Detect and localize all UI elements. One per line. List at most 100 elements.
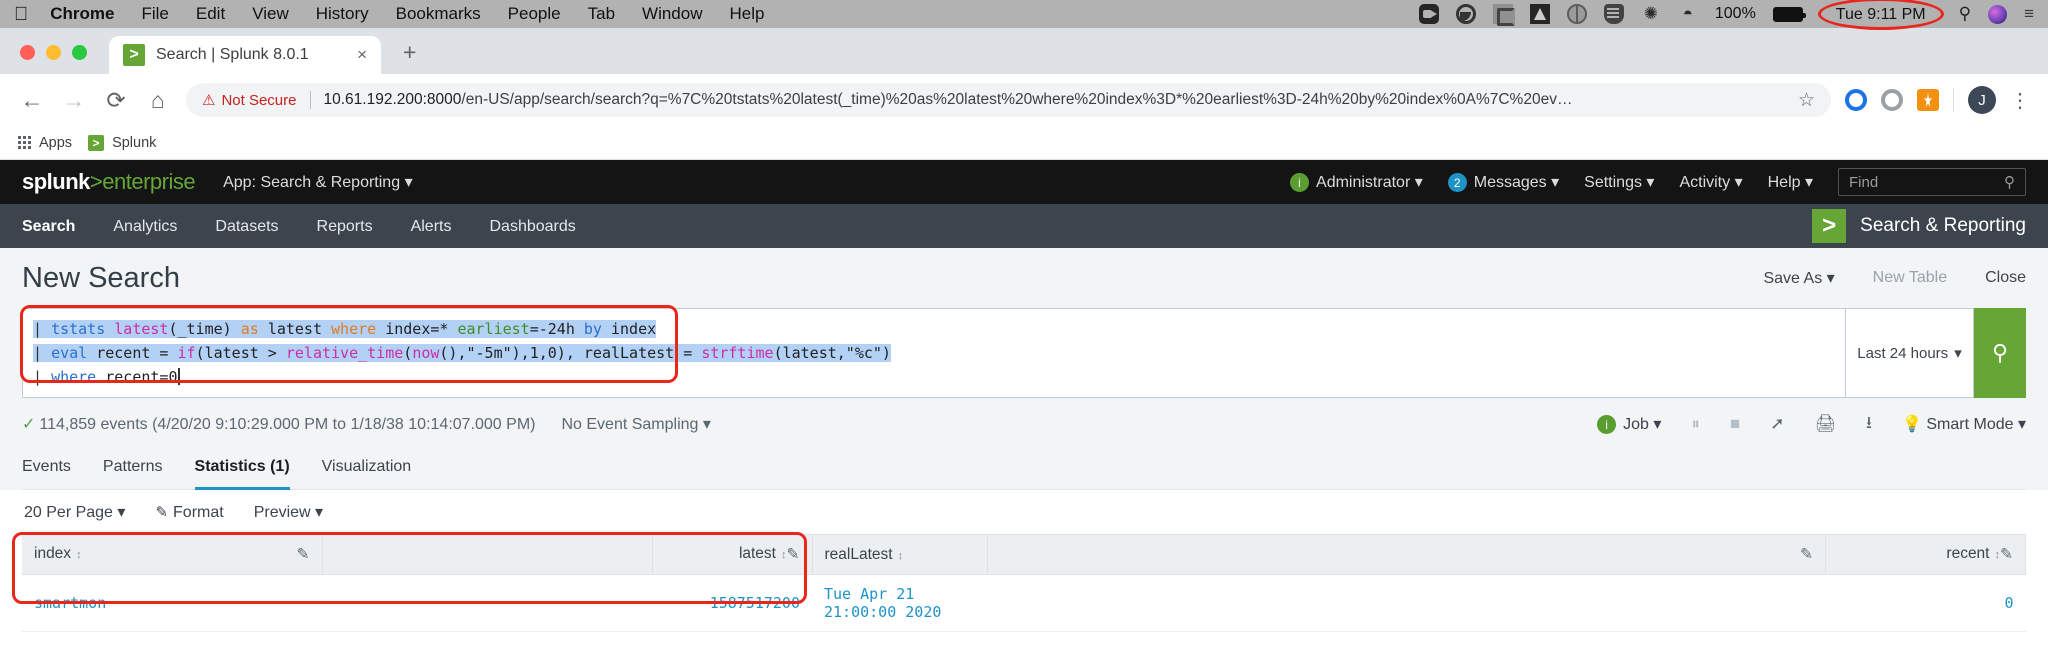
browser-tab[interactable]: > Search | Splunk 8.0.1 × [109,36,381,74]
header-menu-messages[interactable]: 2 Messages ▾ [1447,172,1559,193]
job-menu[interactable]: i Job ▾ [1597,414,1661,435]
maximize-window-button[interactable] [72,45,87,60]
reload-icon[interactable]: ⟳ [102,87,130,114]
menu-item-view[interactable]: View [252,4,289,24]
apple-icon[interactable]:  [14,5,28,24]
find-input[interactable]: Find ⚲ [1838,168,2026,196]
circle-icon[interactable] [1455,4,1476,24]
header-menu-activity[interactable]: Activity ▾ [1679,172,1742,192]
pencil-icon[interactable]: ✎ [1800,545,1813,564]
pencil-icon[interactable]: ✎ [2000,545,2013,564]
sort-icon[interactable]: ↕ [1995,549,2001,561]
menu-item-chrome[interactable]: Chrome [50,4,114,24]
globe-icon[interactable] [1566,4,1587,24]
spotlight-search-icon[interactable]: ⚲ [1959,4,1971,24]
tab-events[interactable]: Events [22,444,71,490]
preview-selector[interactable]: Preview ▾ [254,502,323,522]
menu-item-help[interactable]: Help [730,4,765,24]
kebab-menu-icon[interactable]: ⋮ [2010,88,2030,113]
pause-icon[interactable]: ⏸ [1691,414,1700,434]
save-as-button[interactable]: Save As ▾ [1763,268,1834,288]
nav-item-search[interactable]: Search [22,206,76,258]
column-header-blank-2[interactable]: ✎ [987,534,1826,575]
pencil-icon[interactable]: ✎ [297,545,310,564]
nav-item-reports[interactable]: Reports [317,206,373,247]
bluetooth-icon[interactable]: ✺ [1641,4,1661,24]
address-bar[interactable]: ⚠ Not Secure 10.61.192.200:8000/en-US/ap… [186,83,1831,117]
home-icon[interactable]: ⌂ [144,87,172,114]
current-app-badge[interactable]: > Search & Reporting [1812,209,2026,243]
forward-icon[interactable]: → [60,87,88,114]
download-icon[interactable]: ⭳ [1866,410,1872,439]
menu-item-edit[interactable]: Edit [196,4,225,24]
sort-icon[interactable]: ↕ [76,549,82,561]
column-header-recent[interactable]: recent ↕ ✎ [1825,534,2026,575]
close-button[interactable]: Close [1985,269,2026,287]
cell-index[interactable]: smartmon [22,574,322,632]
siri-icon[interactable] [1988,4,2008,24]
column-header-latest[interactable]: latest ↕ ✎ [652,534,813,575]
stop-icon[interactable]: ■ [1730,414,1740,434]
new-tab-button[interactable]: + [403,39,416,74]
sort-icon[interactable]: ↕ [781,549,787,561]
nav-item-datasets[interactable]: Datasets [215,206,278,247]
print-icon[interactable]: 🖨 [1814,414,1836,434]
column-header-reallatest[interactable]: realLatest ↕ [812,534,988,575]
clock-container[interactable]: Tue 9:11 PM [1817,0,1944,30]
menu-bar-clock[interactable]: Tue 9:11 PM [1836,6,1926,23]
search-icon[interactable]: ⚲ [2004,173,2015,191]
event-sampling-selector[interactable]: No Event Sampling ▾ [561,414,710,434]
format-button[interactable]: ✎ Format [155,503,223,522]
wifi-icon[interactable]: ◓ [1678,4,1698,24]
back-icon[interactable]: ← [18,87,46,114]
search-query-input[interactable]: | tstats latest(_time) as latest where i… [22,308,1846,398]
menu-item-window[interactable]: Window [642,4,702,24]
app-selector[interactable]: App: Search & Reporting ▾ [223,172,412,192]
bookmark-splunk[interactable]: > Splunk [88,134,156,151]
nav-item-alerts[interactable]: Alerts [411,206,452,247]
menu-item-history[interactable]: History [316,4,369,24]
zoom-icon[interactable] [1418,4,1439,24]
tab-visualization[interactable]: Visualization [322,444,412,490]
close-window-button[interactable] [20,45,35,60]
profile-avatar[interactable]: J [1968,86,1996,114]
header-menu-settings[interactable]: Settings ▾ [1584,172,1654,192]
c-icon[interactable] [1492,4,1515,26]
nav-item-analytics[interactable]: Analytics [113,206,177,247]
time-range-picker[interactable]: Last 24 hours ▾ [1846,308,1974,398]
splunk-logo[interactable]: splunk>enterprise [22,169,196,195]
share-icon[interactable]: ➚ [1770,414,1784,434]
ext-grey-icon[interactable] [1881,89,1903,111]
menu-item-people[interactable]: People [508,4,561,24]
nav-item-dashboards[interactable]: Dashboards [489,206,575,247]
menu-item-tab[interactable]: Tab [588,4,615,24]
pencil-icon[interactable]: ✎ [787,545,800,564]
minimize-window-button[interactable] [46,45,61,60]
bookmark-apps[interactable]: Apps [18,135,72,151]
ext-blue-icon[interactable] [1845,89,1867,111]
google-drive-icon[interactable] [1529,4,1550,24]
not-secure-badge[interactable]: ⚠ Not Secure [202,91,297,110]
close-tab-icon[interactable]: × [357,45,367,65]
control-center-icon[interactable]: ≡ [2024,4,2034,24]
header-menu-administrator[interactable]: i Administrator ▾ [1290,172,1423,193]
cell-recent[interactable]: 0 [1825,574,2026,632]
cell-reallatest[interactable]: Tue Apr 21 21:00:00 2020 [812,574,987,632]
sort-icon[interactable]: ↕ [898,550,904,562]
new-table-button[interactable]: New Table [1873,269,1947,287]
column-header-index[interactable]: index ↕ ✎ [22,534,323,575]
search-mode-selector[interactable]: 💡 Smart Mode ▾ [1902,414,2026,434]
table-row[interactable]: smartmon 1587517200 Tue Apr 21 21:00:00 … [22,574,2026,632]
tab-statistics[interactable]: Statistics (1) [194,444,290,491]
ext-orange-icon[interactable] [1917,89,1939,111]
column-header-blank-1[interactable] [322,534,653,575]
run-search-button[interactable]: ⚲ [1974,308,2026,398]
shield-icon[interactable] [1603,4,1624,24]
menu-item-bookmarks[interactable]: Bookmarks [396,4,481,24]
header-menu-help[interactable]: Help ▾ [1768,172,1813,192]
tab-patterns[interactable]: Patterns [103,444,163,490]
bookmark-star-icon[interactable]: ☆ [1798,89,1815,112]
per-page-selector[interactable]: 20 Per Page ▾ [24,502,125,522]
cell-latest[interactable]: 1587517200 [652,574,812,632]
battery-icon[interactable] [1772,6,1806,22]
